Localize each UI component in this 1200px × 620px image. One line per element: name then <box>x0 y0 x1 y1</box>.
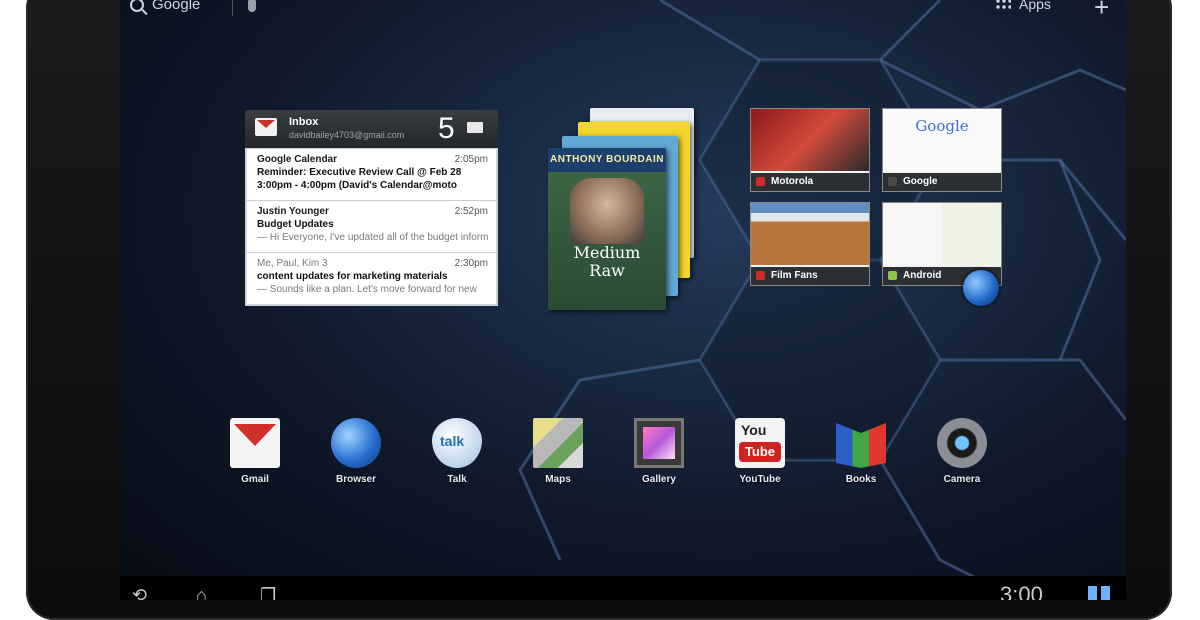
book-cover-photo <box>570 178 644 244</box>
gallery-icon <box>634 418 684 468</box>
bookmark-thumbnail <box>751 109 869 171</box>
inbox-title: Inbox <box>289 116 319 128</box>
message-list: Google Calendar 2:05pm Reminder: Executi… <box>245 148 498 306</box>
app-browser[interactable]: Browser <box>321 418 391 485</box>
bookmark-thumbnail <box>883 203 1001 265</box>
app-label: Books <box>845 474 877 485</box>
message-time: 2:30pm <box>454 258 488 269</box>
app-label: Maps <box>545 474 571 485</box>
app-label: Gmail <box>241 474 269 485</box>
book-author: ANTHONY BOURDAIN <box>548 148 666 172</box>
unread-count: 5 <box>438 112 455 145</box>
bookmark-label: Motorola <box>751 173 869 191</box>
app-youtube[interactable]: You Tube YouTube <box>725 418 795 485</box>
message-snippet: — Sounds like a plan. Let's move forward… <box>257 284 477 295</box>
bookmark-label: Google <box>883 173 1001 191</box>
browser-globe-icon[interactable] <box>963 270 999 306</box>
gmail-icon <box>230 418 280 468</box>
bookmark-label: Film Fans <box>751 267 869 285</box>
books-icon <box>836 423 886 468</box>
gmail-widget-header[interactable]: Inbox davidbailey4703@gmail.com 5 <box>245 110 498 148</box>
back-icon[interactable]: ⟲ <box>132 586 147 600</box>
app-maps[interactable]: Maps <box>523 418 593 485</box>
talk-icon: talk <box>432 418 482 468</box>
camera-icon <box>937 418 987 468</box>
message-from: Justin Younger <box>257 206 329 217</box>
search-icon <box>130 0 144 12</box>
message-row[interactable]: Google Calendar 2:05pm Reminder: Executi… <box>247 148 496 200</box>
message-row[interactable]: Justin Younger 2:52pm Budget Updates — H… <box>247 200 496 252</box>
app-label: Camera <box>943 474 981 485</box>
message-from: Me, Paul, Kim 3 <box>257 258 328 269</box>
app-talk[interactable]: talk Talk <box>422 418 492 485</box>
add-widget-button[interactable]: + <box>1094 0 1109 23</box>
bookmark-label-text: Motorola <box>771 176 814 187</box>
bookmark-label-text: Google <box>903 176 938 187</box>
recent-apps-icon[interactable]: ❐ <box>260 586 276 600</box>
app-label: Browser <box>335 474 376 485</box>
favicon-icon <box>888 271 897 280</box>
account-email: davidbailey4703@gmail.com <box>289 130 405 140</box>
apps-grid-icon <box>995 0 1011 10</box>
favicon-icon <box>888 177 897 186</box>
apps-label: Apps <box>1019 0 1051 12</box>
book-cover-medium-raw[interactable]: ANTHONY BOURDAIN Medium Raw <box>548 148 666 310</box>
bookmarks-widget: Motorola Google Google Film Fans Android <box>750 108 1010 288</box>
app-gallery[interactable]: Gallery <box>624 418 694 485</box>
app-dock: Gmail Browser talk Talk Maps Gallery You… <box>220 418 1040 498</box>
bookmark-label-text: Android <box>903 270 942 281</box>
app-label: Gallery <box>642 474 676 485</box>
message-row[interactable]: Me, Paul, Kim 3 2:30pm content updates f… <box>247 252 496 304</box>
google-search-button[interactable]: Google <box>130 0 200 13</box>
system-top-bar: Google Apps + <box>120 0 1126 22</box>
message-time: 2:52pm <box>454 206 488 217</box>
youtube-tube-text: Tube <box>739 442 781 462</box>
browser-icon <box>331 418 381 468</box>
book-title: Medium Raw <box>548 244 666 280</box>
message-subject: Reminder: Executive Review Call @ Feb 28 <box>257 167 462 178</box>
talk-icon-text: talk <box>440 433 465 449</box>
message-snippet: 3:00pm - 4:00pm (David's Calendar@moto <box>257 180 457 191</box>
bookmark-thumbnail <box>751 203 869 265</box>
voice-search-icon[interactable] <box>248 0 256 12</box>
bookmark-thumbnail: Google <box>883 109 1001 171</box>
youtube-you-text: You <box>741 422 767 438</box>
bookmark-film-fans[interactable]: Film Fans <box>750 202 870 286</box>
app-books[interactable]: Books <box>826 418 896 485</box>
home-screen: Google Apps + Inbox davidbailey4703@gmai… <box>120 0 1126 600</box>
apps-button[interactable]: Apps <box>995 0 1051 12</box>
maps-icon <box>533 418 583 468</box>
app-label: Talk <box>447 474 467 485</box>
message-subject: content updates for marketing materials <box>257 271 448 282</box>
favicon-icon <box>756 271 765 280</box>
compose-icon[interactable] <box>467 122 483 133</box>
system-nav-bar: ⟲ ⌂ ❐ 3:00 <box>120 576 1126 600</box>
home-icon[interactable]: ⌂ <box>196 586 207 600</box>
google-thumb-logo: Google <box>915 117 969 135</box>
message-time: 2:05pm <box>454 154 488 165</box>
app-label: YouTube <box>739 474 781 485</box>
clock[interactable]: 3:00 <box>1000 582 1043 600</box>
search-divider <box>232 0 233 16</box>
message-snippet: — Hi Everyone, I've updated all of the b… <box>257 232 488 243</box>
books-widget[interactable]: ANTHONY BOURDAIN Medium Raw <box>548 108 698 318</box>
google-search-label: Google <box>152 0 201 13</box>
youtube-icon: You Tube <box>735 418 785 468</box>
gmail-widget[interactable]: Inbox davidbailey4703@gmail.com 5 Google… <box>245 110 498 314</box>
favicon-icon <box>756 177 765 186</box>
bookmark-label-text: Film Fans <box>771 270 818 281</box>
book-title-line-2: Raw <box>589 261 625 280</box>
book-title-line-1: Medium <box>573 243 641 262</box>
gmail-envelope-icon <box>255 118 277 136</box>
message-from: Google Calendar <box>257 154 338 165</box>
signal-icon[interactable] <box>1088 586 1110 600</box>
message-subject: Budget Updates <box>257 219 334 230</box>
app-gmail[interactable]: Gmail <box>220 418 290 485</box>
app-camera[interactable]: Camera <box>927 418 997 485</box>
bookmark-motorola[interactable]: Motorola <box>750 108 870 192</box>
bookmark-google[interactable]: Google Google <box>882 108 1002 192</box>
